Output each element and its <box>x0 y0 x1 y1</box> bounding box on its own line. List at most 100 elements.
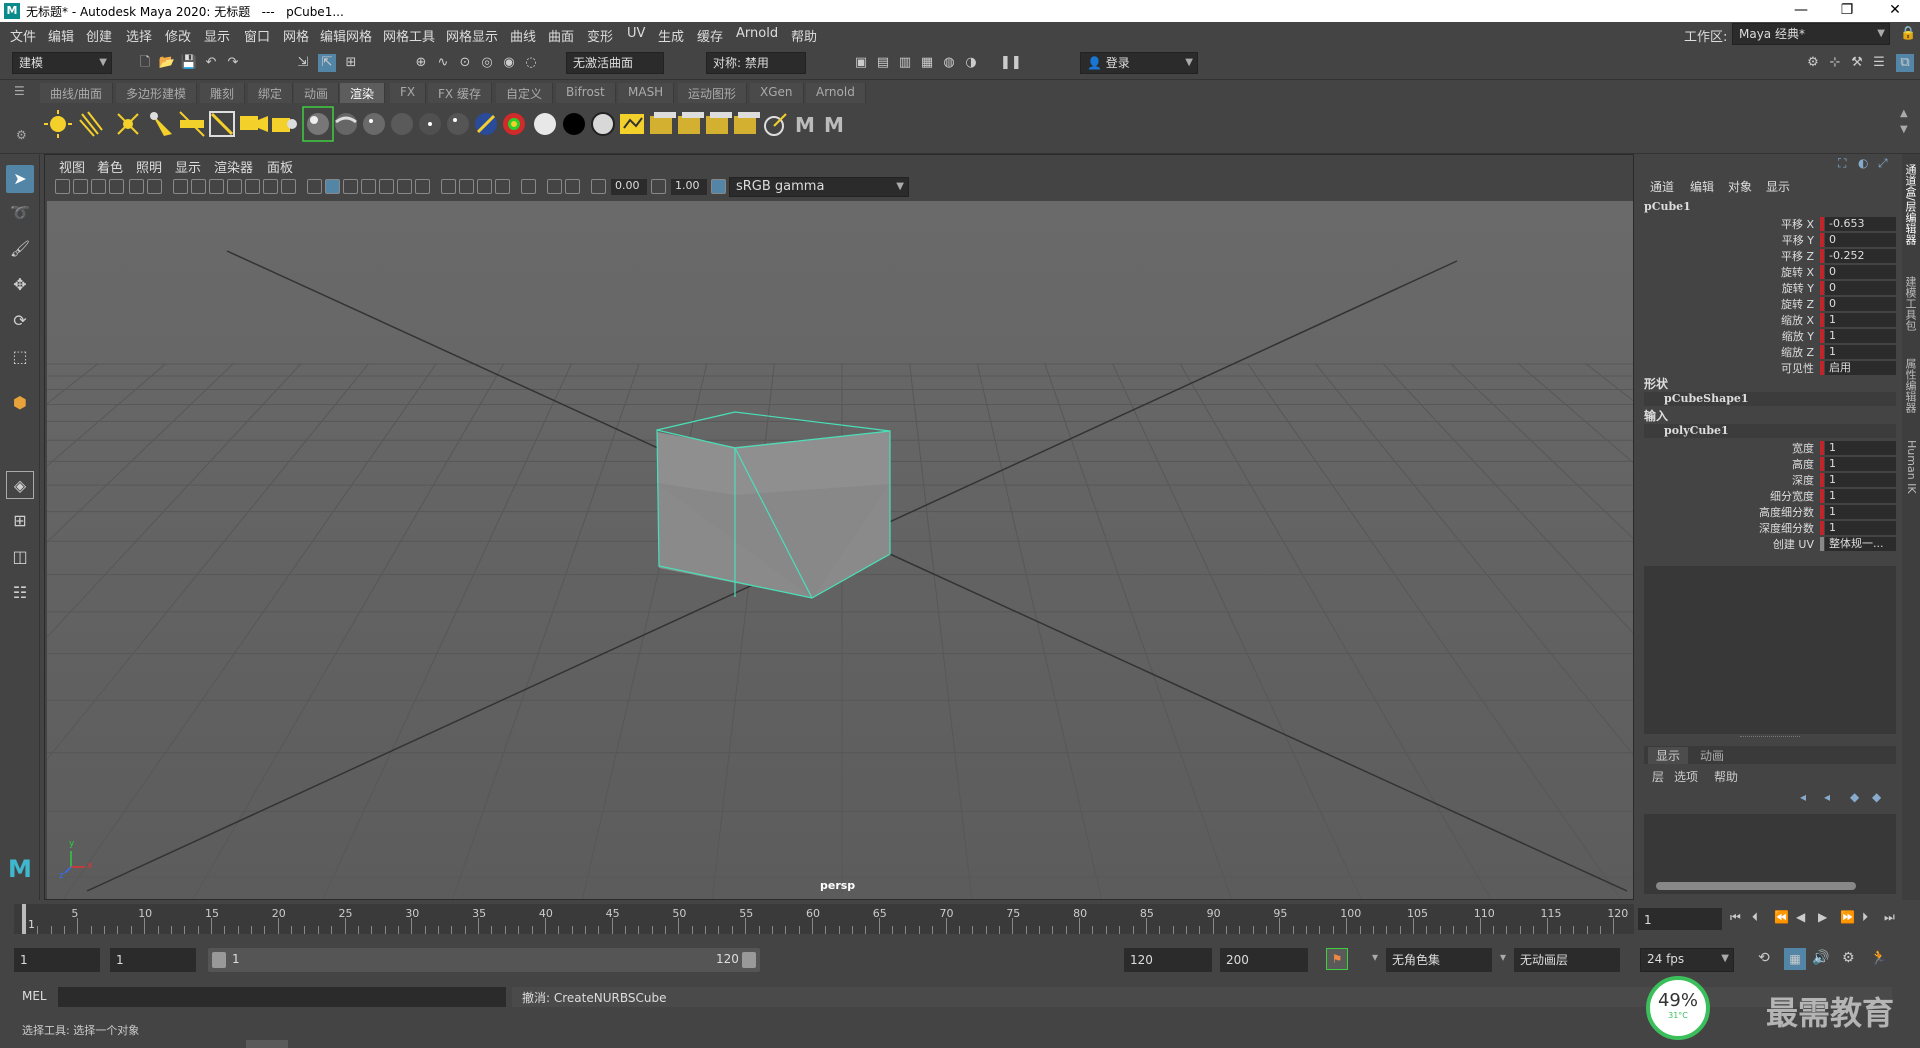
menu-modify[interactable]: 修改 <box>165 26 191 45</box>
channel-row[interactable]: 平移 X -0.653 <box>1640 216 1896 232</box>
phong-shader-icon[interactable] <box>363 113 385 135</box>
spot-light-icon[interactable] <box>150 112 172 136</box>
panel-menu-lighting[interactable]: 照明 <box>136 157 162 176</box>
channel-value-field[interactable]: 1 <box>1825 345 1896 359</box>
perspective-viewport[interactable]: y x z persp <box>47 201 1633 899</box>
range-slider-end-handle[interactable] <box>742 952 756 968</box>
menu-window[interactable]: 窗口 <box>244 26 270 45</box>
new-scene-icon[interactable]: 🗋 <box>136 54 154 72</box>
auto-key-icon[interactable]: ⚑ <box>1326 948 1348 970</box>
panel-menu-renderer[interactable]: 渲染器 <box>214 157 253 176</box>
menu-uv[interactable]: UV <box>627 26 645 41</box>
render-view-icon[interactable]: ▣ <box>852 54 870 72</box>
cb-input-node[interactable]: polyCube1 <box>1644 424 1896 438</box>
resolution-gate-icon[interactable] <box>209 179 224 194</box>
xray-icon[interactable] <box>521 179 536 194</box>
two-d-pan-icon[interactable] <box>129 179 144 194</box>
channel-row[interactable]: 旋转 Z 0 <box>1640 296 1896 312</box>
input-row[interactable]: 细分宽度 1 <box>1640 488 1896 504</box>
menu-curves[interactable]: 曲线 <box>510 26 536 45</box>
menu-deform[interactable]: 变形 <box>587 26 613 45</box>
shelf-tab-motion-graphics[interactable]: 运动图形 <box>678 83 748 103</box>
depth-of-field-icon[interactable] <box>477 179 492 194</box>
select-object-icon[interactable]: ⇱ <box>318 54 336 72</box>
bookmarks-icon[interactable] <box>91 179 106 194</box>
input-row[interactable]: 创建 UV 整体规一... <box>1640 536 1896 552</box>
screen-space-ao-icon[interactable] <box>415 179 430 194</box>
shadows-icon[interactable] <box>397 179 412 194</box>
character-set-field[interactable]: 无角色集 <box>1386 948 1492 972</box>
menu-edit[interactable]: 编辑 <box>48 26 74 45</box>
input-row[interactable]: 高度 1 <box>1640 456 1896 472</box>
snap-live-icon[interactable]: ◌ <box>522 54 540 72</box>
volume-light-icon[interactable] <box>209 111 235 137</box>
channel-value-field[interactable]: 0 <box>1825 265 1896 279</box>
undo-icon[interactable]: ↶ <box>202 54 220 72</box>
channel-value-field[interactable]: 0 <box>1825 233 1896 247</box>
anim-prefs-icon[interactable]: ⚙ <box>1842 950 1855 966</box>
outliner-icon[interactable]: ☰ <box>1870 54 1888 72</box>
side-tab-channel-box[interactable]: 通道盒/层编辑器 <box>1904 164 1918 245</box>
shelf-tab-xgen[interactable]: XGen <box>750 83 804 103</box>
step-back-key-icon[interactable]: ⏪ <box>1774 910 1789 924</box>
camera-icon[interactable] <box>240 116 268 132</box>
pcube1-mesh[interactable] <box>656 411 891 599</box>
safe-title-icon[interactable] <box>281 179 296 194</box>
shelf-tab-fx[interactable]: FX <box>390 83 427 103</box>
layer-menu-layers[interactable]: 层 <box>1652 768 1664 785</box>
shelf-settings-icon[interactable]: ⚙ <box>16 128 27 142</box>
directional-light-icon[interactable] <box>79 111 103 137</box>
input-value-field[interactable]: 1 <box>1825 489 1896 503</box>
symmetry-dropdown[interactable]: 对称: 禁用 <box>706 52 806 74</box>
channel-value-field[interactable]: 启用 <box>1825 361 1896 375</box>
shelf-tab-custom[interactable]: 自定义 <box>496 83 554 103</box>
menu-edit-mesh[interactable]: 编辑网格 <box>320 26 372 45</box>
point-light-icon[interactable] <box>117 113 139 135</box>
shelf-tab-animation[interactable]: 动画 <box>294 83 340 103</box>
render-sequence-icon[interactable] <box>650 112 676 134</box>
menu-help[interactable]: 帮助 <box>791 26 817 45</box>
panel-menu-view[interactable]: 视图 <box>59 157 85 176</box>
close-button[interactable]: ✕ <box>1872 0 1918 22</box>
layer-tab-display[interactable]: 显示 <box>1648 747 1688 764</box>
field-chart-icon[interactable] <box>245 179 260 194</box>
channel-row[interactable]: 缩放 Y 1 <box>1640 328 1896 344</box>
input-row[interactable]: 宽度 1 <box>1640 440 1896 456</box>
expand-icon[interactable]: ⤢ <box>1878 156 1888 171</box>
channel-value-field[interactable]: 1 <box>1825 313 1896 327</box>
shelf-tab-poly[interactable]: 多边形建模 <box>116 83 198 103</box>
move-layer-down-icon[interactable]: ◂ <box>1824 790 1830 804</box>
render-pass-icon[interactable] <box>734 112 760 134</box>
isolate-select-icon[interactable] <box>495 179 510 194</box>
paint-select-tool-icon[interactable]: 🖌 <box>6 235 34 263</box>
input-value-field[interactable]: 整体规一... <box>1825 537 1896 551</box>
lock-icon[interactable]: 🔒 <box>1900 26 1916 41</box>
play-forwards-icon[interactable]: ▶ <box>1818 910 1827 924</box>
input-row[interactable]: 高度细分数 1 <box>1640 504 1896 520</box>
channel-box-icon[interactable]: ⛶ <box>1838 156 1846 171</box>
playback-end-field[interactable]: 120 <box>1124 948 1212 972</box>
menu-display[interactable]: 显示 <box>204 26 230 45</box>
side-tab-human-ik[interactable]: Human IK <box>1904 440 1918 494</box>
shelf-tab-bifrost[interactable]: Bifrost <box>556 83 616 103</box>
render-preview-icon[interactable] <box>620 114 644 134</box>
multisample-aa-icon[interactable] <box>459 179 474 194</box>
menu-generate[interactable]: 生成 <box>658 26 684 45</box>
step-forward-key-icon[interactable]: ⏩ <box>1840 910 1855 924</box>
select-tool-icon[interactable]: ➤ <box>6 165 34 193</box>
snap-grid-icon[interactable]: ⊕ <box>412 54 430 72</box>
ramp-shader-icon[interactable] <box>475 113 497 135</box>
go-to-start-icon[interactable]: ⏮ <box>1730 910 1741 925</box>
safe-action-icon[interactable] <box>263 179 278 194</box>
mental-ray-icon[interactable]: M <box>795 113 815 137</box>
channel-box-icon[interactable]: ⧉ <box>1896 54 1914 72</box>
snap-curve-icon[interactable]: ∿ <box>434 54 452 72</box>
gate-mask-icon[interactable] <box>227 179 242 194</box>
ipr-render-icon[interactable]: ▥ <box>896 54 914 72</box>
batch-render-icon[interactable] <box>678 112 704 134</box>
black-shader-icon[interactable] <box>563 113 585 135</box>
grease-pencil-icon[interactable] <box>147 179 162 194</box>
menu-arnold[interactable]: Arnold <box>736 26 778 41</box>
menu-mesh-display[interactable]: 网格显示 <box>446 26 498 45</box>
wireframe-icon[interactable] <box>307 179 322 194</box>
